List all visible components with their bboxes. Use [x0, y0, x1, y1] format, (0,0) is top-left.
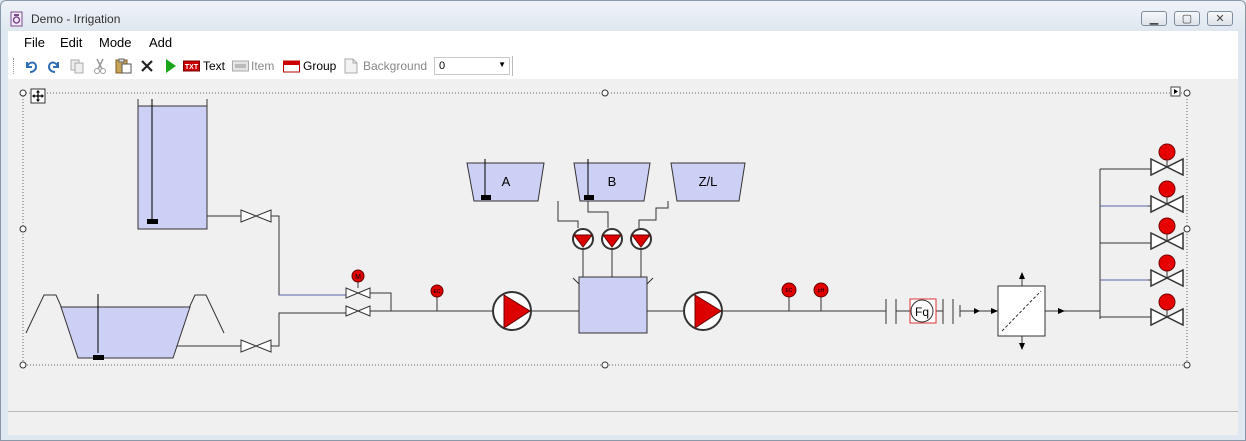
field-valves[interactable] [1150, 143, 1184, 327]
minimize-button[interactable]: ▁ [1141, 11, 1167, 26]
storage-tank[interactable] [137, 99, 208, 230]
item-tool[interactable]: Item [251, 59, 274, 73]
tank-b[interactable]: B [573, 159, 651, 202]
sensor-badge-3: pH [818, 288, 825, 294]
background-tool[interactable]: Background [363, 59, 427, 73]
status-bar [8, 411, 1238, 434]
delete-icon[interactable] [140, 58, 154, 74]
motorized-valve[interactable]: M [345, 269, 371, 317]
ec-sensor-1[interactable]: EC [430, 284, 444, 298]
move-handle-icon[interactable] [30, 88, 46, 104]
pump-1[interactable] [492, 291, 532, 331]
chevron-down-icon: ▼ [498, 60, 506, 69]
mixing-tank[interactable] [572, 276, 654, 334]
client-area: File Edit Mode Add TXT Text Item Group B… [8, 31, 1238, 435]
redo-icon[interactable] [46, 58, 62, 74]
undo-icon[interactable] [23, 58, 39, 74]
paste-icon[interactable] [115, 58, 133, 74]
menu-file[interactable]: File [24, 35, 45, 50]
dosing-pumps[interactable] [572, 228, 652, 250]
toolbar-separator [512, 56, 513, 76]
group-tool[interactable]: Group [303, 59, 336, 73]
app-icon [10, 11, 23, 27]
blue-pipes [279, 205, 1148, 296]
run-icon[interactable] [163, 58, 177, 74]
ec-sensor-2[interactable]: EC [781, 282, 797, 298]
layer-select-value: 0 [439, 60, 446, 72]
text-tool[interactable]: Text [203, 59, 225, 73]
menu-edit[interactable]: Edit [60, 35, 82, 50]
sensor-badge-1: EC [434, 289, 441, 295]
pump-2[interactable] [683, 291, 723, 331]
valve-lower[interactable] [240, 339, 272, 353]
minimize-icon: ▁ [1149, 13, 1159, 25]
maximize-icon: ▢ [1181, 13, 1193, 25]
diagram-canvas[interactable]: M EC EC pH Fq A B Z/L [8, 79, 1238, 413]
valve-upper[interactable] [240, 209, 272, 223]
tank-b-label: B [608, 174, 617, 189]
text-icon: TXT [183, 60, 200, 72]
layer-select[interactable]: 0 ▼ [434, 57, 510, 75]
close-icon: ✕ [1215, 13, 1225, 25]
svg-text:TXT: TXT [185, 64, 199, 71]
menu-bar: File Edit Mode Add [8, 31, 1238, 53]
toolbar-grip[interactable] [13, 58, 16, 74]
tank-zl-label: Z/L [699, 174, 718, 189]
item-icon [232, 60, 249, 72]
background-icon [344, 58, 358, 74]
tank-zl[interactable]: Z/L [670, 162, 746, 202]
cut-icon[interactable] [92, 58, 108, 74]
sensor-badge-2: EC [786, 288, 793, 294]
diagram-svg: M EC EC pH Fq A B Z/L [19, 86, 1191, 369]
menu-mode[interactable]: Mode [99, 35, 132, 50]
meter-label: Fq [915, 305, 929, 319]
menu-add[interactable]: Add [149, 35, 172, 50]
motor-badge: M [355, 274, 361, 281]
title-bar: Demo - Irrigation ▁ ▢ ✕ [1, 1, 1245, 35]
tank-a[interactable]: A [466, 159, 545, 202]
ph-sensor[interactable]: pH [813, 282, 829, 298]
copy-icon[interactable] [69, 58, 85, 74]
window-title: Demo - Irrigation [31, 12, 121, 26]
toolbar: TXT Text Item Group Background 0 ▼ [8, 53, 1238, 79]
close-button[interactable]: ✕ [1207, 11, 1233, 26]
resize-corner-icon[interactable] [1170, 86, 1181, 97]
reservoir[interactable] [25, 294, 225, 360]
group-icon [283, 60, 300, 73]
app-window: Demo - Irrigation ▁ ▢ ✕ File Edit Mode A… [0, 0, 1246, 441]
tank-a-label: A [502, 174, 511, 189]
maximize-button[interactable]: ▢ [1174, 11, 1200, 26]
